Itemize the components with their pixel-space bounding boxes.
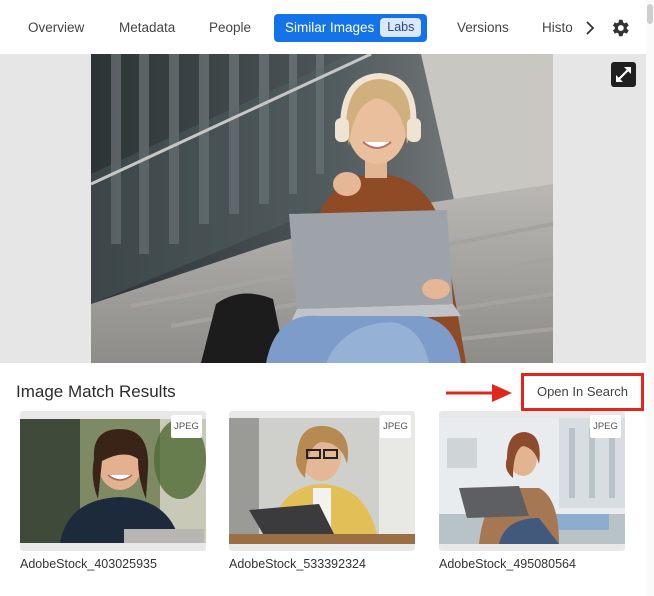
chevron-right-icon[interactable] <box>579 16 601 40</box>
format-badge: JPEG <box>171 415 202 438</box>
gear-icon[interactable] <box>609 17 631 39</box>
tab-versions[interactable]: Versions <box>457 14 509 42</box>
expand-icon[interactable] <box>611 62 636 87</box>
tab-overview[interactable]: Overview <box>28 14 84 42</box>
result-name[interactable]: AdobeStock_495080564 <box>439 557 576 571</box>
scrollbar[interactable] <box>646 0 654 596</box>
arrow-right-icon <box>446 382 512 404</box>
format-badge: JPEG <box>380 415 411 438</box>
results-title: Image Match Results <box>16 382 176 401</box>
labs-badge: Labs <box>380 18 422 37</box>
preview-image <box>91 54 553 363</box>
tab-similar-images[interactable]: Similar Images Labs <box>274 14 428 42</box>
tab-similar-images-label: Similar Images <box>285 20 375 35</box>
tab-history-label: Histo <box>542 20 573 35</box>
open-in-search-button[interactable]: Open In Search <box>521 373 644 411</box>
tab-bar: Overview Metadata People Similar Images L… <box>0 0 654 54</box>
format-badge: JPEG <box>590 415 621 438</box>
result-name[interactable]: AdobeStock_533392324 <box>229 557 366 571</box>
tab-history[interactable]: Histo <box>540 14 575 42</box>
result-name[interactable]: AdobeStock_403025935 <box>20 557 157 571</box>
result-card[interactable]: JPEG <box>229 411 415 551</box>
tab-people[interactable]: People <box>209 14 251 42</box>
scroll-thumb[interactable] <box>647 4 653 24</box>
result-card[interactable]: JPEG <box>20 411 206 551</box>
tab-metadata[interactable]: Metadata <box>119 14 175 42</box>
result-card[interactable]: JPEG <box>439 411 625 551</box>
